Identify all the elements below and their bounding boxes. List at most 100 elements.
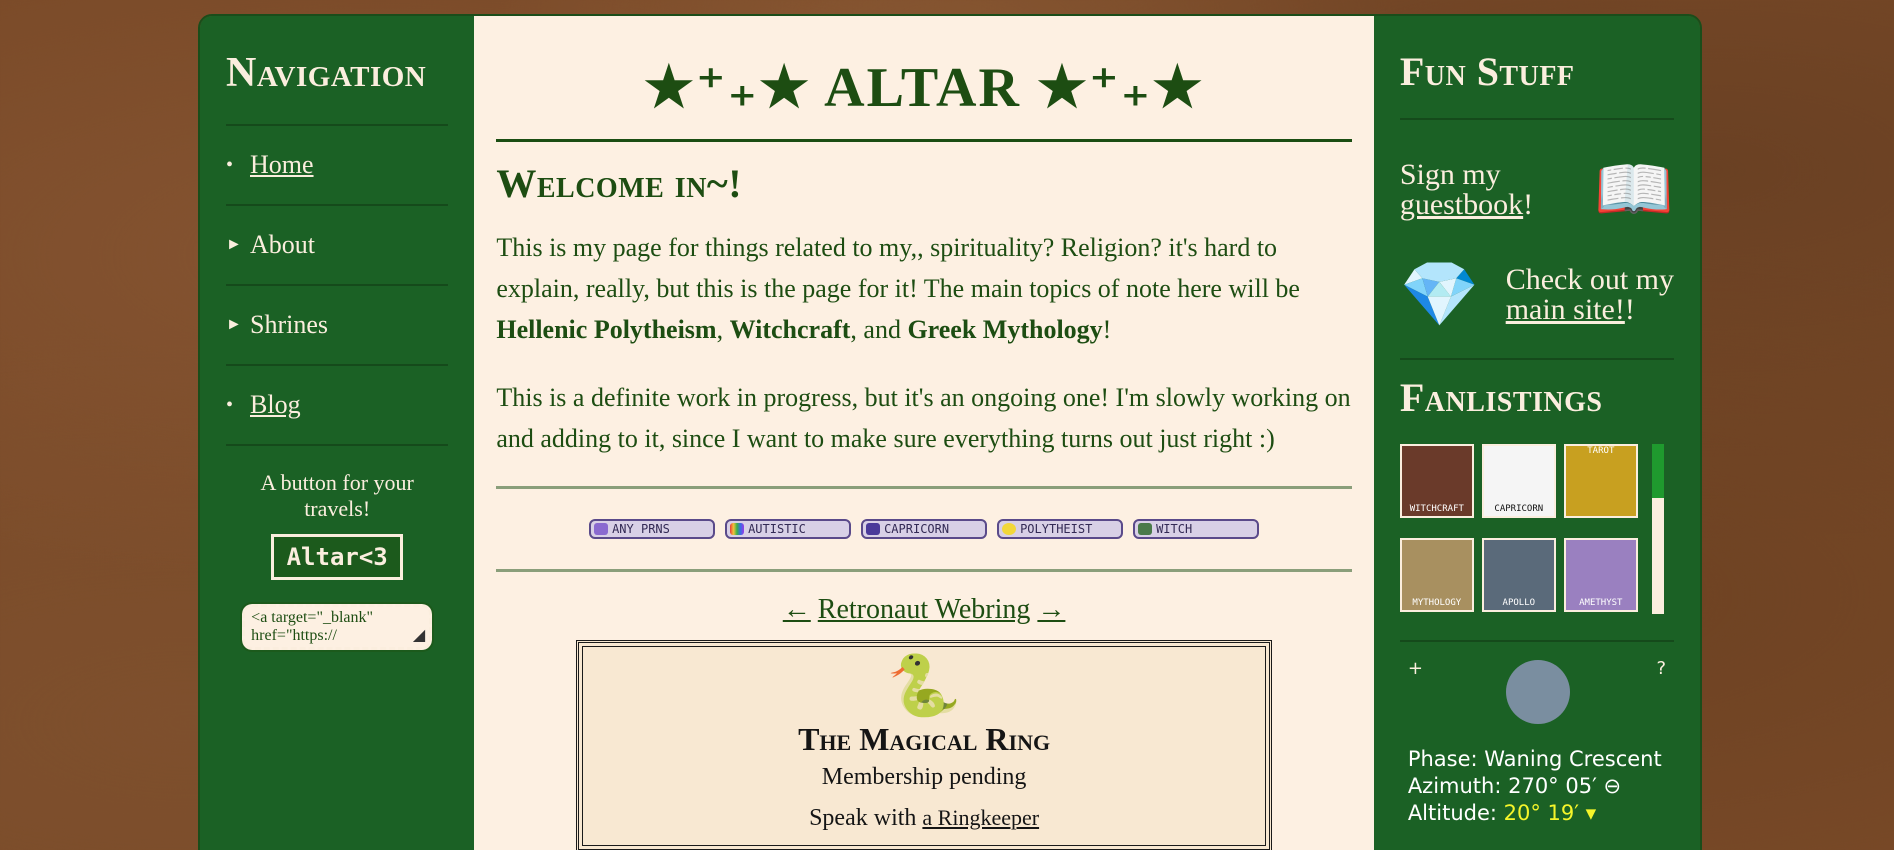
stamp-label: ANY PRNS: [612, 522, 670, 536]
nav-link-home[interactable]: Home: [250, 150, 314, 180]
ring-title: The Magical Ring: [798, 721, 1051, 757]
moon-expand-icon[interactable]: +: [1408, 658, 1423, 679]
intro-text: This is my page for things related to my…: [496, 233, 1300, 303]
fanlisting-mythology[interactable]: MYTHOLOGY: [1399, 538, 1474, 612]
topic-hellenic: Hellenic Polytheism: [496, 315, 717, 344]
progress-paragraph: This is a definite work in progress, but…: [496, 383, 1351, 453]
moon-altitude: Altitude: 20° 19′ ▾: [1408, 800, 1662, 827]
code-snippet-text: <a target="_blank" href="https://: [251, 609, 374, 645]
divider: [1399, 358, 1674, 360]
stamp-any-prns: ANY PRNS: [589, 519, 716, 539]
nav-item-home[interactable]: • Home: [226, 126, 449, 207]
divider: [496, 569, 1352, 572]
scrollbar-thumb[interactable]: [1651, 444, 1664, 498]
stamp-icon: [594, 523, 609, 535]
nav-link-blog[interactable]: Blog: [250, 390, 301, 420]
fanlistings-scrollbar[interactable]: [1651, 444, 1664, 614]
main-site-row: 💎 Check out my main site!!: [1400, 240, 1674, 350]
webring-prev-link[interactable]: ←: [783, 594, 811, 625]
fanlisting-label: WITCHCRAFT: [1409, 504, 1464, 514]
stamp-row: ANY PRNS AUTISTIC CAPRICORN POLYTHEIST W…: [496, 489, 1351, 569]
open-book-icon[interactable]: 📖: [1594, 158, 1674, 222]
intro-paragraph: This is my page for things related to my…: [496, 227, 1351, 350]
bullet-icon: •: [226, 393, 234, 416]
stamp-label: CAPRICORN: [884, 522, 950, 536]
altitude-label: Altitude:: [1407, 801, 1504, 825]
stamp-label: WITCH: [1156, 522, 1193, 536]
main-site-link[interactable]: main site!: [1506, 293, 1625, 326]
altitude-value: 20° 19′ ▾: [1503, 801, 1597, 825]
left-sidebar: Navigation • Home ► About ► Shrines • Bl…: [200, 16, 475, 850]
fanlisting-witchcraft[interactable]: WITCHCRAFT: [1399, 444, 1474, 518]
fanlisting-capricorn[interactable]: CAPRICORN: [1481, 444, 1556, 518]
sun-moon-icon: [1002, 523, 1017, 535]
magical-ring-widget: 🐍 The Magical Ring Membership pending Sp…: [576, 640, 1273, 850]
fanlisting-tarot[interactable]: TAROT: [1563, 444, 1638, 518]
stamp-label: POLYTHEIST: [1020, 522, 1093, 536]
main-site-text: Check out my main site!!: [1506, 265, 1674, 325]
guestbook-prefix: Sign my: [1399, 158, 1501, 191]
site-title: ★⁺₊★ ALTAR ★⁺₊★: [496, 46, 1352, 142]
stamp-label: AUTISTIC: [748, 522, 806, 536]
webring-name-link[interactable]: Retronaut Webring: [818, 594, 1031, 625]
bullet-icon: •: [226, 153, 234, 176]
nav-list: • Home ► About ► Shrines • Blog: [226, 124, 449, 447]
intro-end: !: [1102, 315, 1112, 344]
fanlisting-apollo[interactable]: APOLLO: [1481, 538, 1556, 612]
ring-speak: Speak with a Ringkeeper: [579, 805, 1269, 832]
nav-item-about[interactable]: ► About: [226, 206, 449, 287]
fanlisting-label: MYTHOLOGY: [1412, 598, 1462, 608]
stamp-witch: WITCH: [1133, 519, 1260, 539]
guestbook-link[interactable]: guestbook: [1400, 188, 1523, 221]
resize-grip-icon[interactable]: ◢: [413, 627, 425, 645]
nav-title: Navigation: [226, 50, 427, 96]
webring-nav: ← Retronaut Webring →: [496, 594, 1351, 626]
topic-mythology: Greek Mythology: [907, 315, 1103, 344]
button-caption: A button for your travels!: [260, 470, 414, 522]
moon-phase: Phase: Waning Crescent: [1407, 747, 1662, 771]
nav-label-shrines[interactable]: Shrines: [250, 310, 328, 340]
ringkeeper-link[interactable]: a Ringkeeper: [922, 805, 1039, 830]
moon-help-icon[interactable]: ?: [1656, 658, 1666, 679]
fanlisting-label: AMETHYST: [1579, 598, 1623, 608]
stamp-capricorn: CAPRICORN: [861, 519, 988, 539]
fanlistings-scroll-area: WITCHCRAFT CAPRICORN TAROT MYTHOLOGY APO…: [1399, 444, 1674, 614]
separator: , and: [850, 315, 908, 344]
fanlistings-grid: WITCHCRAFT CAPRICORN TAROT MYTHOLOGY APO…: [1399, 444, 1638, 614]
topic-witchcraft: Witchcraft: [729, 315, 851, 344]
nav-item-blog[interactable]: • Blog: [226, 366, 449, 447]
webring-next-link[interactable]: →: [1037, 594, 1065, 625]
moon-icon: [1505, 660, 1570, 724]
guestbook-suffix: !: [1523, 188, 1534, 221]
button-code-textarea[interactable]: <a target="_blank" href="https:// ◢: [240, 602, 435, 653]
page-layout: Navigation • Home ► About ► Shrines • Bl…: [198, 14, 1702, 850]
guestbook-text: Sign my guestbook!: [1400, 160, 1533, 220]
fanlisting-label: TAROT: [1587, 446, 1615, 456]
snake-icon: 🐍: [886, 653, 962, 719]
main-site-prefix: Check out my: [1505, 263, 1674, 296]
fun-title: Fun Stuff: [1399, 49, 1575, 94]
triangle-right-icon: ►: [226, 316, 242, 334]
nav-item-shrines[interactable]: ► Shrines: [226, 286, 449, 367]
witch-icon: [1138, 523, 1153, 535]
crystal-gem-icon[interactable]: 💎: [1400, 263, 1480, 327]
ring-speak-prefix: Speak with: [809, 805, 923, 831]
fanlisting-label: CAPRICORN: [1494, 504, 1544, 514]
moon-info: Phase: Waning Crescent Azimuth: 270° 05′…: [1408, 746, 1662, 827]
stamp-autistic: AUTISTIC: [725, 519, 852, 539]
capricorn-icon: [866, 523, 881, 535]
triangle-right-icon: ►: [226, 236, 242, 254]
guestbook-row: Sign my guestbook! 📖: [1400, 120, 1674, 260]
moon-azimuth: Azimuth: 270° 05′ ⊖: [1407, 774, 1622, 798]
main-content: ★⁺₊★ ALTAR ★⁺₊★ Welcome in~! This is my …: [474, 16, 1374, 850]
fanlisting-amethyst[interactable]: AMETHYST: [1563, 538, 1638, 612]
fanlistings-title: Fanlistings: [1399, 375, 1603, 420]
fanlisting-label: APOLLO: [1502, 598, 1536, 608]
right-sidebar: Fun Stuff Sign my guestbook! 📖 💎 Check o…: [1373, 16, 1700, 850]
infinity-icon: [730, 523, 745, 535]
nav-label-about[interactable]: About: [250, 230, 315, 260]
welcome-heading: Welcome in~!: [496, 161, 743, 206]
stamp-polytheist: POLYTHEIST: [997, 519, 1124, 539]
site-button-badge[interactable]: Altar<3: [271, 534, 404, 581]
moon-widget: + ? Phase: Waning Crescent Azimuth: 270°…: [1399, 640, 1674, 840]
